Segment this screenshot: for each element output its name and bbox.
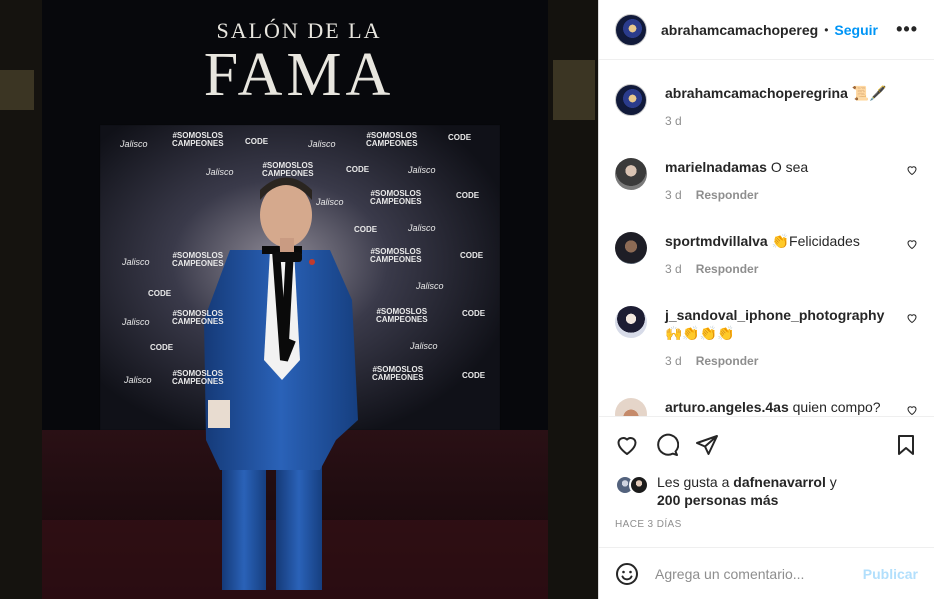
comment-text: 🙌👏👏👏 bbox=[665, 325, 735, 341]
reply-button[interactable]: Responder bbox=[696, 262, 759, 276]
comment-item: arturo.angeles.4as quien compo? bbox=[615, 398, 922, 416]
comment-username[interactable]: arturo.angeles.4as bbox=[665, 399, 789, 415]
jalisco-logo: Jalisco bbox=[410, 341, 438, 351]
fame-title: FAMA bbox=[203, 41, 395, 109]
somos-logo: #SOMOSLOS CAMPEONES bbox=[172, 309, 224, 326]
comment-time[interactable]: 3 d bbox=[665, 188, 682, 202]
commenter-avatar[interactable] bbox=[615, 398, 647, 416]
reply-button[interactable]: Responder bbox=[696, 188, 759, 202]
code-logo: CODE bbox=[448, 133, 472, 142]
code-logo: CODE bbox=[462, 371, 486, 380]
follow-button[interactable]: Seguir bbox=[834, 22, 878, 38]
comment-username[interactable]: marielnadamas bbox=[665, 159, 767, 175]
more-icon[interactable]: ••• bbox=[896, 19, 918, 40]
likes-summary: Les gusta a dafnenavarrol y 200 personas… bbox=[615, 473, 837, 509]
code-logo: CODE bbox=[148, 289, 172, 298]
commenter-avatar[interactable] bbox=[615, 158, 647, 190]
comment-item: sportmdvillalva 👏Felicidades 3 d Responde… bbox=[615, 232, 922, 276]
comment-like-icon[interactable] bbox=[906, 312, 918, 324]
caption-text: 📜🖋️ bbox=[851, 85, 887, 101]
jalisco-logo: Jalisco bbox=[408, 223, 436, 233]
caption: abrahamcamachoperegrina 📜🖋️ 3 d bbox=[615, 84, 922, 128]
header-separator: • bbox=[824, 22, 829, 37]
jalisco-logo: Jalisco bbox=[122, 317, 150, 327]
somos-logo: #SOMOSLOS CAMPEONES bbox=[376, 307, 428, 324]
code-logo: CODE bbox=[245, 137, 269, 146]
somos-logo: #SOMOSLOS CAMPEONES bbox=[172, 369, 224, 386]
somos-logo: #SOMOSLOS CAMPEONES bbox=[370, 247, 422, 264]
code-logo: CODE bbox=[460, 251, 484, 260]
liker-avatars[interactable] bbox=[615, 473, 653, 495]
code-logo: CODE bbox=[456, 191, 480, 200]
somos-logo: #SOMOSLOS CAMPEONES bbox=[172, 251, 224, 268]
code-logo: CODE bbox=[354, 225, 378, 234]
emoji-icon[interactable] bbox=[615, 562, 639, 586]
comment-input[interactable] bbox=[655, 565, 863, 582]
comment-like-icon[interactable] bbox=[906, 404, 918, 416]
code-logo: CODE bbox=[462, 309, 486, 318]
jalisco-logo: Jalisco bbox=[206, 167, 234, 177]
comment-text: 👏Felicidades bbox=[771, 233, 860, 249]
post-comment-button[interactable]: Publicar bbox=[863, 566, 918, 582]
jalisco-logo: Jalisco bbox=[416, 281, 444, 291]
post-timestamp[interactable]: HACE 3 DÍAS bbox=[615, 519, 682, 530]
somos-logo: #SOMOSLOS CAMPEONES bbox=[366, 131, 418, 148]
post-actions: Les gusta a dafnenavarrol y 200 personas… bbox=[599, 416, 934, 564]
jalisco-logo: Jalisco bbox=[122, 257, 150, 267]
comment-composer: Publicar bbox=[599, 547, 934, 599]
reply-button[interactable]: Responder bbox=[696, 354, 759, 368]
heart-icon[interactable] bbox=[615, 433, 639, 457]
comment-item: j_sandoval_iphone_photography 🙌👏👏👏 3 d Res… bbox=[615, 306, 922, 368]
commenter-avatar[interactable] bbox=[615, 306, 647, 338]
comment-item: marielnadamas O sea 3 d Responder bbox=[615, 158, 922, 202]
comment-username[interactable]: sportmdvillalva bbox=[665, 233, 768, 249]
share-icon[interactable] bbox=[695, 433, 719, 457]
comment-text: O sea bbox=[770, 159, 809, 175]
comments-list[interactable]: abrahamcamachoperegrina 📜🖋️ 3 d marielna… bbox=[599, 60, 934, 416]
comment-like-icon[interactable] bbox=[906, 238, 918, 250]
jalisco-logo: Jalisco bbox=[124, 375, 152, 385]
code-logo: CODE bbox=[150, 343, 174, 352]
comment-like-icon[interactable] bbox=[906, 164, 918, 176]
likes-conj: y bbox=[829, 474, 837, 490]
jalisco-logo: Jalisco bbox=[408, 165, 436, 175]
author-avatar[interactable] bbox=[615, 13, 647, 46]
comment-username[interactable]: j_sandoval_iphone_photography bbox=[665, 307, 884, 323]
comment-icon[interactable] bbox=[655, 433, 679, 457]
caption-username[interactable]: abrahamcamachoperegrina bbox=[665, 85, 848, 101]
somos-logo: #SOMOSLOS CAMPEONES bbox=[370, 189, 422, 206]
somos-logo: #SOMOSLOS CAMPEONES bbox=[262, 161, 314, 178]
comment-time[interactable]: 3 d bbox=[665, 262, 682, 276]
caption-avatar[interactable] bbox=[615, 84, 647, 116]
jalisco-logo: Jalisco bbox=[316, 197, 344, 207]
bookmark-icon[interactable] bbox=[894, 433, 918, 457]
post-header: abrahamcamachopereg • Seguir ••• bbox=[599, 0, 934, 60]
somos-logo: #SOMOSLOS CAMPEONES bbox=[172, 131, 224, 148]
liker-username[interactable]: dafnenavarrol bbox=[733, 474, 826, 490]
post-side-panel: abrahamcamachopereg • Seguir ••• abraham… bbox=[598, 0, 934, 599]
somos-logo: #SOMOSLOS CAMPEONES bbox=[372, 365, 424, 382]
jalisco-logo: Jalisco bbox=[308, 139, 336, 149]
likes-others-link[interactable]: 200 personas más bbox=[657, 492, 778, 508]
commenter-avatar[interactable] bbox=[615, 232, 647, 264]
code-logo: CODE bbox=[346, 165, 370, 174]
caption-time[interactable]: 3 d bbox=[665, 114, 682, 128]
comment-time[interactable]: 3 d bbox=[665, 354, 682, 368]
jalisco-logo: Jalisco bbox=[120, 139, 148, 149]
author-username[interactable]: abrahamcamachopereg bbox=[661, 22, 818, 38]
post-photo[interactable]: Jalisco #SOMOSLOS CAMPEONES CODE Jalisco … bbox=[0, 0, 598, 599]
comment-text: quien compo? bbox=[792, 399, 881, 415]
likes-prefix: Les gusta a bbox=[657, 474, 730, 490]
